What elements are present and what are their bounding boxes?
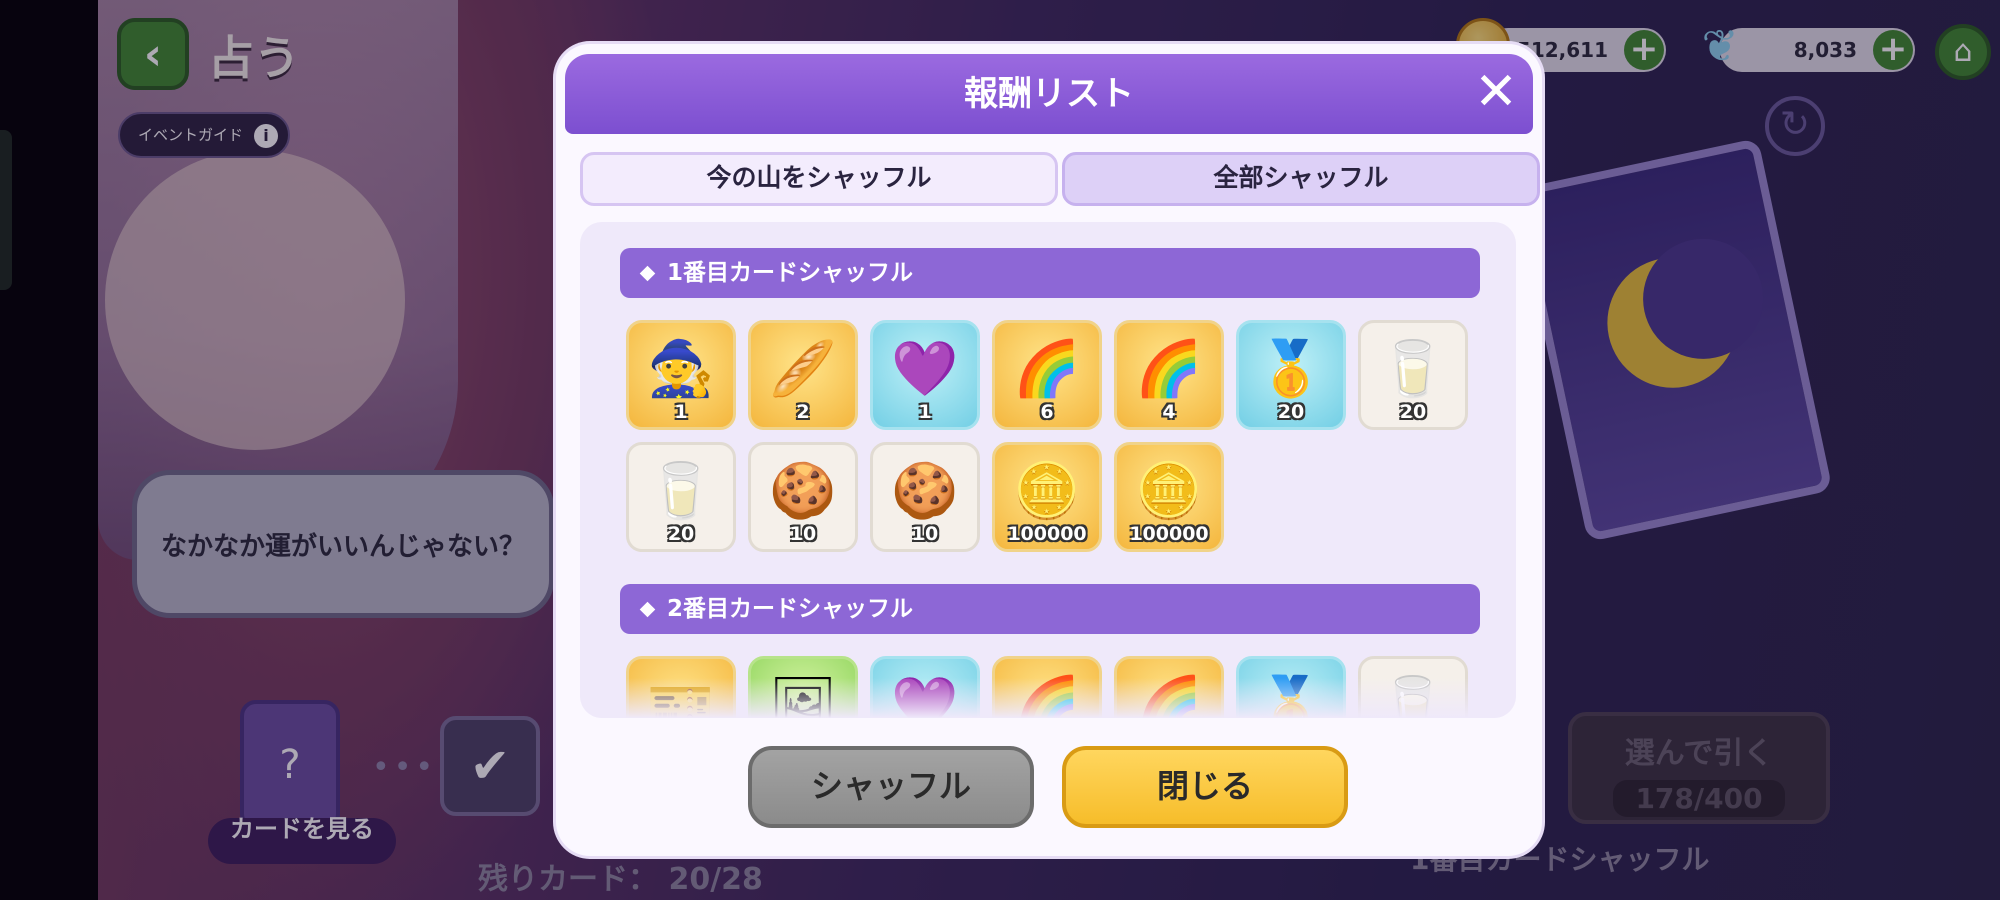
modal-title: 報酬リスト: [964, 74, 1134, 114]
reward-quantity: 20: [667, 523, 695, 545]
reward-quantity: 10: [789, 523, 817, 545]
section-header-1: 1番目カードシャッフル: [620, 248, 1480, 298]
tab-shuffle-all[interactable]: 全部シャッフル: [1062, 152, 1540, 206]
reward-grid-1: 🧙 1 🥖 2 💜 1 🌈 6 🌈 4 🥇 20 🥛 20 🥛 20 🍪 10 🍪 10 🪙 100000 🪙 100000: [626, 320, 1506, 552]
reward-quantity: 100000: [1007, 523, 1087, 545]
reward-item[interactable]: 🧙 1: [626, 320, 736, 430]
reward-item[interactable]: 🪙 100000: [992, 442, 1102, 552]
gold-coin-icon: 🪙: [1135, 459, 1203, 522]
reward-item[interactable]: 🌈 6: [992, 320, 1102, 430]
character-card-icon: 🧙: [647, 337, 715, 400]
shuffle-button[interactable]: シャッフル: [748, 746, 1034, 828]
reward-quantity: 10: [911, 523, 939, 545]
crystal-stick-icon: 🥖: [769, 337, 837, 400]
reward-scroll-panel[interactable]: 1番目カードシャッフル 🧙 1 🥖 2 💜 1 🌈 6 🌈 4 🥇 20 🥛 20 🥛 20 🍪 10 🍪 10 🪙 10…: [580, 222, 1516, 718]
reward-quantity: 1: [918, 401, 932, 423]
reward-item[interactable]: 🍪 10: [748, 442, 858, 552]
tab-shuffle-current[interactable]: 今の山をシャッフル: [580, 152, 1058, 206]
cookie-block-icon: 🍪: [891, 459, 959, 522]
purple-pack-icon: 💜: [891, 337, 959, 400]
gold-coin-icon: 🪙: [1013, 459, 1081, 522]
white-jar-icon: 🥛: [647, 459, 715, 522]
reward-quantity: 1: [674, 401, 688, 423]
cookie-block-icon: 🍪: [769, 459, 837, 522]
rainbow-jar-icon: 🌈: [1013, 337, 1081, 400]
reward-item[interactable]: 🥖 2: [748, 320, 858, 430]
reward-item[interactable]: 🍪 10: [870, 442, 980, 552]
diamond-icon: [639, 601, 656, 618]
scroll-fade: [580, 678, 1516, 718]
close-button[interactable]: 閉じる: [1062, 746, 1348, 828]
reward-quantity: 20: [1399, 401, 1427, 423]
section-header-2: 2番目カードシャッフル: [620, 584, 1480, 634]
reward-quantity: 2: [796, 401, 810, 423]
reward-item[interactable]: 🌈 4: [1114, 320, 1224, 430]
reward-item[interactable]: 💜 1: [870, 320, 980, 430]
diamond-icon: [639, 265, 656, 282]
reward-item[interactable]: 🥛 20: [1358, 320, 1468, 430]
reward-quantity: 6: [1040, 401, 1054, 423]
reward-quantity: 4: [1162, 401, 1176, 423]
reward-quantity: 20: [1277, 401, 1305, 423]
close-icon[interactable]: ✕: [1468, 64, 1524, 120]
gold-jar-icon: 🥇: [1257, 337, 1325, 400]
section-title-2: 2番目カードシャッフル: [667, 596, 914, 622]
rainbow-jar-icon: 🌈: [1135, 337, 1203, 400]
section-title-1: 1番目カードシャッフル: [667, 260, 914, 286]
reward-item[interactable]: 🥇 20: [1236, 320, 1346, 430]
reward-item[interactable]: 🥛 20: [626, 442, 736, 552]
reward-item[interactable]: 🪙 100000: [1114, 442, 1224, 552]
reward-quantity: 100000: [1129, 523, 1209, 545]
white-jar-icon: 🥛: [1379, 337, 1447, 400]
